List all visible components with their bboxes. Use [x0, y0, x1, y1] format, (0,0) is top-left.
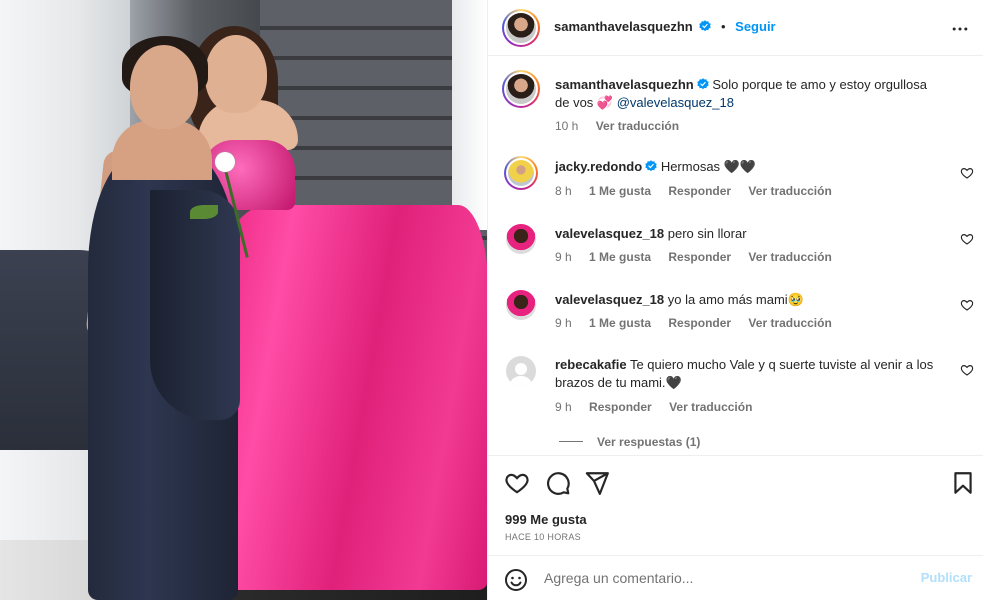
- woman-left-face: [130, 45, 198, 129]
- comment-time: 9 h: [555, 250, 572, 264]
- post-header: samanthavelasquezhn • Seguir: [488, 0, 983, 56]
- header-separator: •: [720, 19, 726, 34]
- replies-line: [559, 441, 583, 442]
- caption-time: 10 h: [555, 119, 579, 133]
- comment-avatar[interactable]: [504, 288, 538, 322]
- comment-meta: 9 h 1 Me gusta Responder Ver traducción: [555, 316, 846, 330]
- caption-mention-link[interactable]: @valevelasquez_18: [617, 95, 734, 110]
- caption-avatar[interactable]: [502, 70, 540, 108]
- comment-composer: Publicar: [488, 555, 983, 600]
- comment-meta: 9 h 1 Me gusta Responder Ver traducción: [555, 250, 846, 264]
- comment-time: 9 h: [555, 400, 572, 414]
- comment-text: jacky.redondo Hermosas 🖤🖤: [555, 158, 940, 176]
- photo-curtain-right: [452, 0, 487, 230]
- verified-badge-icon: [697, 78, 709, 90]
- woman-left-chest: [112, 120, 212, 180]
- comment-row: jacky.redondo Hermosas 🖤🖤 8 h 1 Me gusta…: [488, 154, 983, 210]
- default-avatar-icon[interactable]: [506, 356, 536, 386]
- comment-body: yo la amo más mami🥹: [667, 292, 804, 307]
- share-icon[interactable]: [584, 470, 610, 496]
- post-caption: samanthavelasquezhn Solo porque te amo y…: [488, 70, 983, 140]
- rose-leaf: [190, 205, 218, 219]
- heart-icon[interactable]: [504, 470, 530, 496]
- comment-text: valevelasquez_18 yo la amo más mami🥹: [555, 291, 940, 309]
- comment-username[interactable]: valevelasquez_18: [555, 226, 664, 241]
- comment-icon[interactable]: [545, 470, 571, 496]
- caption-meta: 10 h Ver traducción: [555, 119, 693, 133]
- comment-like-heart-icon[interactable]: [960, 232, 974, 246]
- comment-row: valevelasquez_18 pero sin llorar 9 h 1 M…: [488, 222, 983, 278]
- verified-badge-icon: [699, 20, 712, 32]
- comment-reply-button[interactable]: Responder: [668, 250, 731, 264]
- comment-translate-button[interactable]: Ver traducción: [669, 400, 752, 414]
- view-replies-label: Ver respuestas (1): [597, 435, 701, 449]
- comment-meta: 9 h Responder Ver traducción: [555, 400, 766, 414]
- comment-like-heart-icon[interactable]: [960, 363, 974, 377]
- post-actions: 999 Me gusta HACE 10 HORAS: [488, 455, 983, 555]
- comment-likes-button[interactable]: 1 Me gusta: [589, 250, 651, 264]
- comment-avatar[interactable]: [504, 156, 538, 190]
- comment-row: rebecakafie Te quiero mucho Vale y q sue…: [488, 354, 983, 424]
- verified-badge-icon: [645, 160, 657, 172]
- comment-likes-button[interactable]: 1 Me gusta: [589, 184, 651, 198]
- follow-button[interactable]: Seguir: [735, 19, 775, 34]
- comment-time: 8 h: [555, 184, 572, 198]
- comment-meta: 8 h 1 Me gusta Responder Ver traducción: [555, 184, 846, 198]
- caption-text: samanthavelasquezhn Solo porque te amo y…: [555, 76, 940, 112]
- comment-translate-button[interactable]: Ver traducción: [748, 250, 831, 264]
- post-time-ago: HACE 10 HORAS: [505, 532, 581, 542]
- comment-likes-button[interactable]: 1 Me gusta: [589, 316, 651, 330]
- comment-input[interactable]: [544, 568, 884, 588]
- comment-like-heart-icon[interactable]: [960, 298, 974, 312]
- pink-dress-skirt: [208, 205, 487, 590]
- emoji-icon[interactable]: [504, 568, 528, 592]
- comment-text: rebecakafie Te quiero mucho Vale y q sue…: [555, 356, 935, 392]
- post-detail-panel: samanthavelasquezhn • Seguir samanthavel…: [487, 0, 983, 600]
- comment-translate-button[interactable]: Ver traducción: [748, 316, 831, 330]
- caption-translate-button[interactable]: Ver traducción: [596, 119, 679, 133]
- comment-username[interactable]: rebecakafie: [555, 357, 627, 372]
- comment-text: valevelasquez_18 pero sin llorar: [555, 225, 940, 243]
- view-replies-button[interactable]: Ver respuestas (1): [559, 434, 700, 449]
- comment-body: pero sin llorar: [667, 226, 747, 241]
- comment-username[interactable]: valevelasquez_18: [555, 292, 664, 307]
- publish-button[interactable]: Publicar: [921, 570, 972, 585]
- likes-count[interactable]: 999 Me gusta: [505, 512, 587, 527]
- comment-time: 9 h: [555, 316, 572, 330]
- more-options-icon[interactable]: [950, 19, 970, 39]
- navy-dress-ruffle: [150, 190, 240, 420]
- comment-reply-button[interactable]: Responder: [589, 400, 652, 414]
- post-photo[interactable]: [0, 0, 487, 600]
- woman-right-face: [205, 35, 267, 113]
- comment-username[interactable]: jacky.redondo: [555, 159, 642, 174]
- comment-reply-button[interactable]: Responder: [668, 316, 731, 330]
- comment-like-heart-icon[interactable]: [960, 166, 974, 180]
- comment-reply-button[interactable]: Responder: [668, 184, 731, 198]
- comment-translate-button[interactable]: Ver traducción: [748, 184, 831, 198]
- author-avatar[interactable]: [502, 9, 540, 47]
- bookmark-icon[interactable]: [950, 470, 976, 496]
- author-username[interactable]: samanthavelasquezhn: [554, 19, 693, 34]
- comment-body: Hermosas 🖤🖤: [660, 159, 757, 174]
- comment-avatar[interactable]: [504, 222, 538, 256]
- white-rose: [215, 152, 235, 172]
- comment-row: valevelasquez_18 yo la amo más mami🥹 9 h…: [488, 288, 983, 344]
- caption-username[interactable]: samanthavelasquezhn: [555, 77, 694, 92]
